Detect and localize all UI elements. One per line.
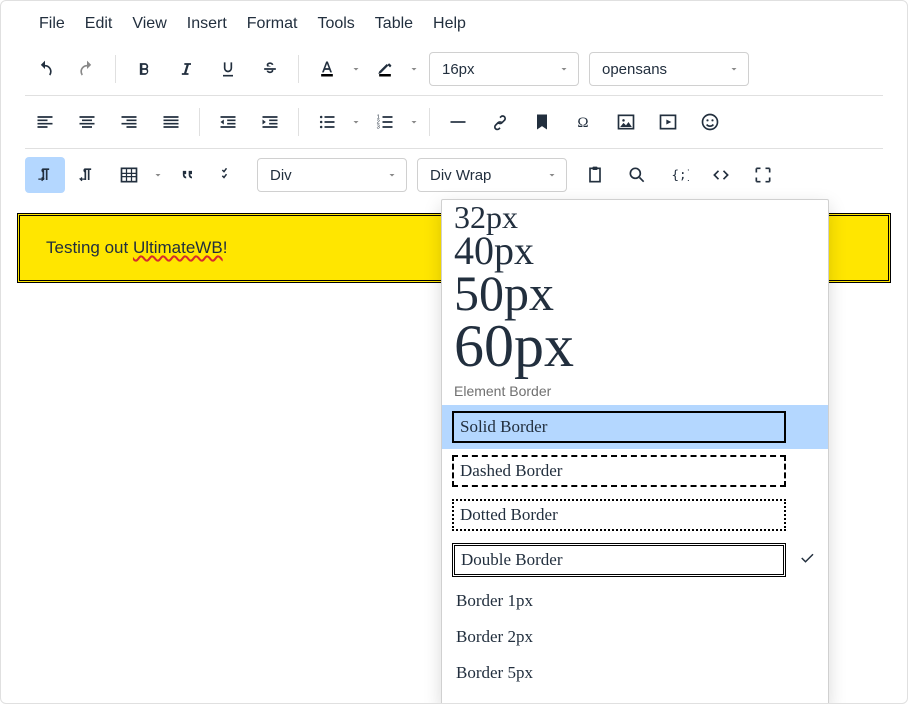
border-width-2px[interactable]: Border 2px xyxy=(442,619,828,655)
link-button[interactable] xyxy=(480,104,520,140)
menu-view[interactable]: View xyxy=(130,11,168,37)
blockquote-button[interactable] xyxy=(167,157,207,193)
menu-insert[interactable]: Insert xyxy=(185,11,229,37)
outdent-button[interactable] xyxy=(208,104,248,140)
checkmark-slot xyxy=(796,549,818,570)
format-select[interactable]: Div xyxy=(257,158,407,192)
border-sample-dashed: Dashed Border xyxy=(452,455,786,487)
source-code-button[interactable] xyxy=(701,157,741,193)
code-sample-button[interactable]: {;} xyxy=(659,157,699,193)
separator xyxy=(429,108,430,136)
rtl-button[interactable] xyxy=(67,157,107,193)
menu-tools[interactable]: Tools xyxy=(315,11,356,37)
border-sample-dotted: Dotted Border xyxy=(452,499,786,531)
menu-format[interactable]: Format xyxy=(245,11,300,37)
toolbar-row-2: 123 Ω xyxy=(1,100,907,144)
border-sample-double: Double Border xyxy=(452,543,786,577)
menubar: File Edit View Insert Format Tools Table… xyxy=(1,1,907,47)
bold-button[interactable] xyxy=(124,51,164,87)
svg-text:Ω: Ω xyxy=(577,115,588,131)
size-option-50[interactable]: 50px xyxy=(454,270,816,318)
divwrap-dropdown-panel: 32px 40px 50px 60px Element Border Solid… xyxy=(441,199,829,704)
separator xyxy=(199,108,200,136)
editor-app: File Edit View Insert Format Tools Table… xyxy=(0,0,908,704)
svg-text:3: 3 xyxy=(377,125,380,131)
toolbar-divider xyxy=(25,148,883,149)
border-option-dotted[interactable]: Dotted Border xyxy=(442,493,828,537)
menu-edit[interactable]: Edit xyxy=(83,11,115,37)
undo-button[interactable] xyxy=(25,51,65,87)
font-family-value: opensans xyxy=(602,61,667,78)
bullet-list-button[interactable] xyxy=(307,104,347,140)
divwrap-select-value: Div Wrap xyxy=(430,167,491,184)
toolbar-row-3: Div Div Wrap {;} xyxy=(1,153,907,197)
toolbar-row-1: 16px opensans xyxy=(1,47,907,91)
font-size-select[interactable]: 16px xyxy=(429,52,579,86)
fullscreen-button[interactable] xyxy=(743,157,783,193)
underline-button[interactable] xyxy=(208,51,248,87)
size-option-60[interactable]: 60px xyxy=(454,318,816,375)
divwrap-select[interactable]: Div Wrap xyxy=(417,158,567,192)
menu-help[interactable]: Help xyxy=(431,11,468,37)
border-option-double[interactable]: Double Border xyxy=(442,537,828,583)
dropdown-section-label: Element Border xyxy=(442,375,828,405)
format-select-value: Div xyxy=(270,167,292,184)
highlight-color-caret[interactable] xyxy=(407,51,421,87)
checklist-button[interactable] xyxy=(209,157,249,193)
media-button[interactable] xyxy=(648,104,688,140)
menu-table[interactable]: Table xyxy=(373,11,415,37)
font-family-select[interactable]: opensans xyxy=(589,52,749,86)
special-char-button[interactable]: Ω xyxy=(564,104,604,140)
separator xyxy=(115,55,116,83)
separator xyxy=(298,108,299,136)
border-option-solid[interactable]: Solid Border xyxy=(442,405,828,449)
border-option-dashed[interactable]: Dashed Border xyxy=(442,449,828,493)
find-button[interactable] xyxy=(617,157,657,193)
horizontal-rule-button[interactable] xyxy=(438,104,478,140)
image-button[interactable] xyxy=(606,104,646,140)
content-wavy: UltimateWB xyxy=(133,238,223,257)
strikethrough-button[interactable] xyxy=(250,51,290,87)
font-size-value: 16px xyxy=(442,61,475,78)
redo-button[interactable] xyxy=(67,51,107,87)
bullet-list-caret[interactable] xyxy=(349,104,363,140)
dropdown-scroll[interactable]: 32px 40px 50px 60px Element Border Solid… xyxy=(442,200,828,704)
align-right-button[interactable] xyxy=(109,104,149,140)
align-justify-button[interactable] xyxy=(151,104,191,140)
toolbar-divider xyxy=(25,95,883,96)
italic-button[interactable] xyxy=(166,51,206,87)
paste-button[interactable] xyxy=(575,157,615,193)
check-icon xyxy=(798,549,816,567)
highlight-color-button[interactable] xyxy=(365,51,405,87)
border-width-5px[interactable]: Border 5px xyxy=(442,655,828,691)
content-prefix: Testing out xyxy=(46,238,133,257)
text-color-button[interactable] xyxy=(307,51,347,87)
align-center-button[interactable] xyxy=(67,104,107,140)
number-list-button[interactable]: 123 xyxy=(365,104,405,140)
indent-button[interactable] xyxy=(250,104,290,140)
border-sample-solid: Solid Border xyxy=(452,411,786,443)
text-color-caret[interactable] xyxy=(349,51,363,87)
content-suffix: ! xyxy=(223,238,228,257)
menu-file[interactable]: File xyxy=(37,11,67,37)
emoji-button[interactable] xyxy=(690,104,730,140)
table-caret[interactable] xyxy=(151,157,165,193)
border-width-1px[interactable]: Border 1px xyxy=(442,583,828,619)
svg-text:{;}: {;} xyxy=(672,167,690,182)
align-left-button[interactable] xyxy=(25,104,65,140)
table-button[interactable] xyxy=(109,157,149,193)
size-options: 32px 40px 50px 60px xyxy=(442,200,828,375)
separator xyxy=(298,55,299,83)
bookmark-button[interactable] xyxy=(522,104,562,140)
ltr-button[interactable] xyxy=(25,157,65,193)
number-list-caret[interactable] xyxy=(407,104,421,140)
